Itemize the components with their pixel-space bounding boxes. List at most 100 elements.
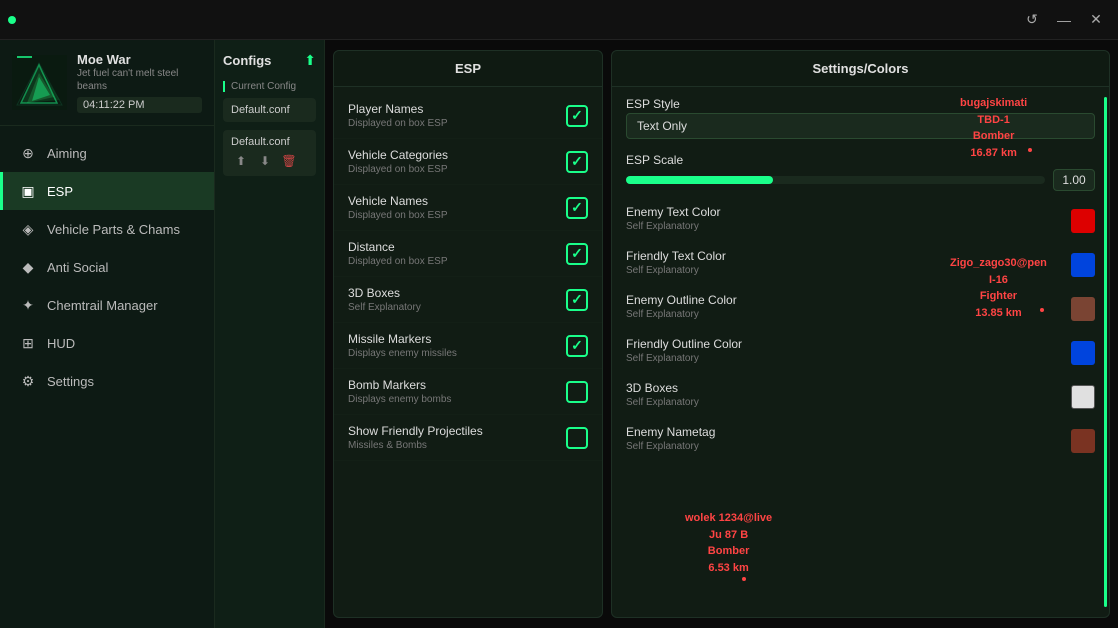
esp-sub-friendly-projectiles: Missiles & Bombs xyxy=(348,440,566,451)
sidebar-item-label-vehicle-parts: Vehicle Parts & Chams xyxy=(47,222,180,237)
friendly-outline-color-label: Friendly Outline Color xyxy=(626,337,1071,351)
esp-checkbox-player-names[interactable] xyxy=(566,105,588,127)
refresh-button[interactable]: ↺ xyxy=(1018,9,1046,31)
user-info: Moe War Jet fuel can't melt steel beams … xyxy=(77,52,202,113)
current-config-label: Current Config xyxy=(223,81,316,92)
settings-panel: Settings/Colors ESP Style Text Only ESP … xyxy=(611,50,1110,618)
enemy-text-color-sub: Self Explanatory xyxy=(626,221,1071,232)
esp-item-player-names: Player Names Displayed on box ESP xyxy=(334,93,602,139)
esp-label-missile-markers: Missile Markers xyxy=(348,332,566,346)
3d-boxes-color-swatch[interactable] xyxy=(1071,385,1095,409)
close-button[interactable]: ✕ xyxy=(1082,9,1110,31)
esp-checkbox-vehicle-categories[interactable] xyxy=(566,151,588,173)
sidebar-item-anti-social[interactable]: ◆ Anti Social xyxy=(0,248,214,286)
friendly-text-color-label: Friendly Text Color xyxy=(626,249,1071,263)
color-row-3d-boxes: 3D Boxes Self Explanatory xyxy=(626,381,1095,413)
title-bar-left xyxy=(8,16,16,24)
esp-sub-distance: Displayed on box ESP xyxy=(348,256,566,267)
esp-icon: ▣ xyxy=(19,182,37,200)
color-row-friendly-text: Friendly Text Color Self Explanatory xyxy=(626,249,1095,281)
esp-checkbox-distance[interactable] xyxy=(566,243,588,265)
settings-panel-header: Settings/Colors xyxy=(612,51,1109,87)
enemy-nametag-color-label: Enemy Nametag xyxy=(626,425,1071,439)
friendly-text-color-swatch[interactable] xyxy=(1071,253,1095,277)
config-delete-button[interactable]: 🗑 xyxy=(279,152,299,170)
enemy-outline-color-sub: Self Explanatory xyxy=(626,309,1071,320)
esp-sub-vehicle-categories: Displayed on box ESP xyxy=(348,164,566,175)
upload-config-icon[interactable]: ⬆ xyxy=(304,52,316,69)
enemy-text-color-swatch[interactable] xyxy=(1071,209,1095,233)
esp-item-friendly-projectiles: Show Friendly Projectiles Missiles & Bom… xyxy=(334,415,602,461)
esp-checkbox-bomb-markers[interactable] xyxy=(566,381,588,403)
sidebar-item-label-hud: HUD xyxy=(47,336,75,351)
esp-label-vehicle-categories: Vehicle Categories xyxy=(348,148,566,162)
enemy-nametag-color-sub: Self Explanatory xyxy=(626,441,1071,452)
esp-checkbox-vehicle-names[interactable] xyxy=(566,197,588,219)
esp-sub-missile-markers: Displays enemy missiles xyxy=(348,348,566,359)
enemy-nametag-color-swatch[interactable] xyxy=(1071,429,1095,453)
settings-panel-scroll[interactable]: ESP Style Text Only ESP Scale 1.00 xyxy=(612,87,1109,617)
enemy-outline-color-swatch[interactable] xyxy=(1071,297,1095,321)
anti-social-icon: ◆ xyxy=(19,258,37,276)
esp-item-bomb-markers: Bomb Markers Displays enemy bombs xyxy=(334,369,602,415)
configs-panel: Configs ⬆ Current Config Default.conf De… xyxy=(215,40,325,628)
config-actions: ⬆ ⬇ 🗑 xyxy=(231,152,308,170)
sidebar-item-hud[interactable]: ⊞ HUD xyxy=(0,324,214,362)
color-row-enemy-nametag: Enemy Nametag Self Explanatory xyxy=(626,425,1095,457)
esp-label-distance: Distance xyxy=(348,240,566,254)
esp-style-dropdown[interactable]: Text Only xyxy=(626,113,1095,139)
3d-boxes-color-sub: Self Explanatory xyxy=(626,397,1071,408)
settings-icon: ⚙ xyxy=(19,372,37,390)
left-panel: Moe War Jet fuel can't melt steel beams … xyxy=(0,40,215,628)
color-row-enemy-outline: Enemy Outline Color Self Explanatory xyxy=(626,293,1095,325)
app-container: Moe War Jet fuel can't melt steel beams … xyxy=(0,40,1118,628)
sidebar-item-vehicle-parts[interactable]: ◈ Vehicle Parts & Chams xyxy=(0,210,214,248)
esp-panel: ESP Player Names Displayed on box ESP Ve… xyxy=(333,50,603,618)
nav-menu: ⊕ Aiming ▣ ESP ◈ Vehicle Parts & Chams ◆… xyxy=(0,126,214,628)
config-download-button[interactable]: ⬇ xyxy=(255,152,275,170)
user-time: 04:11:22 PM xyxy=(77,97,202,113)
esp-scale-label: ESP Scale xyxy=(626,153,1095,167)
esp-item-vehicle-names: Vehicle Names Displayed on box ESP xyxy=(334,185,602,231)
friendly-outline-color-sub: Self Explanatory xyxy=(626,353,1071,364)
title-bar: ↺ — ✕ xyxy=(0,0,1118,40)
chemtrail-icon: ✦ xyxy=(19,296,37,314)
3d-boxes-color-label: 3D Boxes xyxy=(626,381,1071,395)
esp-item-vehicle-categories: Vehicle Categories Displayed on box ESP xyxy=(334,139,602,185)
sidebar-item-label-settings: Settings xyxy=(47,374,94,389)
sidebar-item-chemtrail[interactable]: ✦ Chemtrail Manager xyxy=(0,286,214,324)
sidebar-item-aiming[interactable]: ⊕ Aiming xyxy=(0,134,214,172)
default-config-name: Default.conf xyxy=(231,136,308,148)
esp-sub-bomb-markers: Displays enemy bombs xyxy=(348,394,566,405)
settings-row-esp-style: ESP Style Text Only xyxy=(626,97,1095,139)
esp-scale-container: 1.00 xyxy=(626,169,1095,191)
esp-item-missile-markers: Missile Markers Displays enemy missiles xyxy=(334,323,602,369)
esp-label-friendly-projectiles: Show Friendly Projectiles xyxy=(348,424,566,438)
esp-panel-header: ESP xyxy=(334,51,602,87)
sidebar-item-label-esp: ESP xyxy=(47,184,73,199)
sidebar-item-esp[interactable]: ▣ ESP xyxy=(0,172,214,210)
minimize-button[interactable]: — xyxy=(1050,9,1078,31)
friendly-text-color-sub: Self Explanatory xyxy=(626,265,1071,276)
enemy-text-color-label: Enemy Text Color xyxy=(626,205,1071,219)
esp-sub-3d-boxes: Self Explanatory xyxy=(348,302,566,313)
current-config-name: Default.conf xyxy=(231,104,308,116)
esp-checkbox-3d-boxes[interactable] xyxy=(566,289,588,311)
user-name: Moe War xyxy=(77,52,202,67)
friendly-outline-color-swatch[interactable] xyxy=(1071,341,1095,365)
esp-label-player-names: Player Names xyxy=(348,102,566,116)
config-upload-button[interactable]: ⬆ xyxy=(231,152,251,170)
esp-panel-scroll[interactable]: Player Names Displayed on box ESP Vehicl… xyxy=(334,87,602,617)
enemy-outline-color-label: Enemy Outline Color xyxy=(626,293,1071,307)
sidebar-item-settings[interactable]: ⚙ Settings xyxy=(0,362,214,400)
esp-style-label: ESP Style xyxy=(626,97,1095,111)
color-row-enemy-text: Enemy Text Color Self Explanatory xyxy=(626,205,1095,237)
esp-scale-bar[interactable] xyxy=(626,176,1045,184)
esp-label-vehicle-names: Vehicle Names xyxy=(348,194,566,208)
esp-checkbox-friendly-projectiles[interactable] xyxy=(566,427,588,449)
status-dot xyxy=(8,16,16,24)
aiming-icon: ⊕ xyxy=(19,144,37,162)
esp-checkbox-missile-markers[interactable] xyxy=(566,335,588,357)
logo-area: Moe War Jet fuel can't melt steel beams … xyxy=(0,40,214,126)
hud-icon: ⊞ xyxy=(19,334,37,352)
